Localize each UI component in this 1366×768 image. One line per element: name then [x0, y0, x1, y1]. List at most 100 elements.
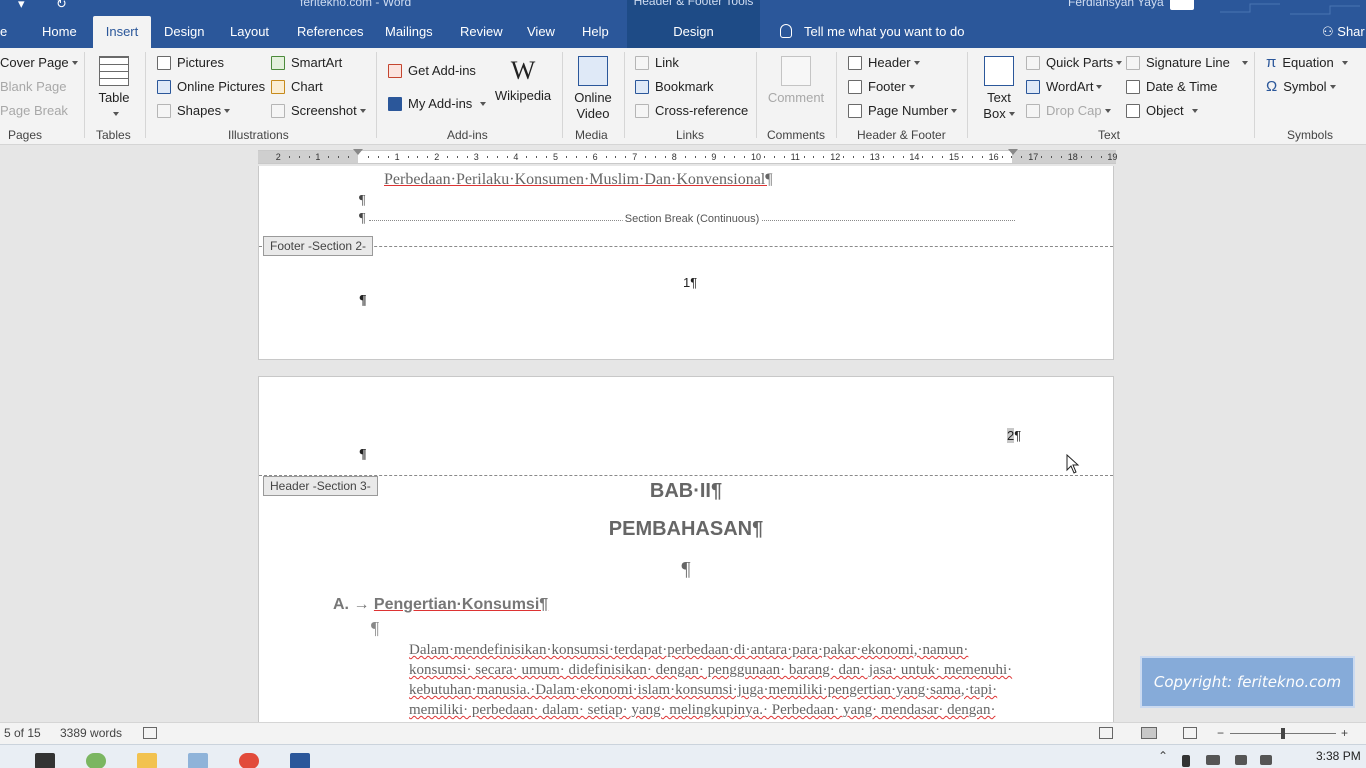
tab-design[interactable]: Design [164, 16, 204, 48]
cross-reference-button[interactable]: Cross-reference [635, 101, 748, 121]
paragraph-mark: ¶ [359, 293, 367, 308]
paragraph-mark: ¶ [359, 211, 366, 226]
online-pictures-button[interactable]: Online Pictures [157, 77, 265, 97]
ruler-tick [803, 156, 805, 158]
chart-button[interactable]: Chart [271, 77, 323, 97]
page-number-button[interactable]: Page Number [848, 101, 958, 121]
screenshot-button[interactable]: Screenshot [271, 101, 366, 121]
app-icon[interactable] [188, 753, 208, 768]
start-icon[interactable] [35, 753, 55, 768]
web-layout-icon[interactable] [1183, 727, 1197, 739]
date-time-button[interactable]: Date & Time [1126, 77, 1218, 97]
text-box-button[interactable]: Text Box [978, 56, 1020, 122]
tab-references[interactable]: References [297, 16, 363, 48]
tab-home[interactable]: Home [42, 16, 77, 48]
shapes-button[interactable]: Shapes [157, 101, 231, 121]
read-mode-icon[interactable] [1099, 727, 1113, 739]
my-addins-button[interactable]: My Add-ins [388, 94, 487, 114]
zoom-out-button[interactable]: − [1217, 726, 1224, 740]
shapes-icon [157, 104, 171, 118]
title-line[interactable]: Perbedaan·Perilaku·Konsumen·Muslim·Dan·K… [384, 171, 773, 189]
group-separator [756, 52, 757, 138]
chrome-icon[interactable] [239, 753, 259, 768]
horizontal-ruler[interactable]: 2 1 1 2 3 4 5 6 7 8 9 10 11 12 13 14 15 16 17 18 19 [258, 149, 1117, 164]
proofing-icon[interactable] [143, 727, 157, 739]
comment-button[interactable]: Comment [764, 56, 828, 106]
pictures-button[interactable]: Pictures [157, 53, 224, 73]
tray-up-chevron-icon[interactable]: ⌃ [1158, 749, 1168, 763]
wordart-button[interactable]: WordArt [1026, 77, 1103, 97]
tab-header-footer-design[interactable]: Design [627, 16, 760, 48]
avatar[interactable] [1170, 0, 1194, 10]
page-indicator[interactable]: 5 of 15 [4, 726, 41, 740]
ruler-tick [288, 156, 290, 158]
object-button[interactable]: Object [1126, 101, 1198, 121]
wikipedia-button[interactable]: W Wikipedia [494, 56, 552, 104]
document-page[interactable]: Perbedaan·Perilaku·Konsumen·Muslim·Dan·K… [258, 166, 1114, 360]
table-button[interactable]: Table [94, 56, 134, 122]
bookmark-button[interactable]: Bookmark [635, 77, 714, 97]
volume-icon[interactable] [1260, 755, 1272, 765]
zoom-in-button[interactable]: + [1341, 726, 1348, 740]
user-name[interactable]: Ferdiansyah Yaya [1068, 0, 1164, 9]
battery-icon[interactable] [1206, 755, 1220, 765]
tab-view[interactable]: View [527, 16, 555, 48]
tab-file[interactable]: e [0, 16, 7, 48]
tab-review[interactable]: Review [460, 16, 503, 48]
ruler-tick [882, 156, 884, 158]
first-line-indent-marker[interactable] [353, 149, 363, 155]
tell-me-search[interactable]: Tell me what you want to do [776, 16, 964, 48]
online-video-button[interactable]: Online Video [570, 56, 616, 122]
tab-mailings[interactable]: Mailings [385, 16, 433, 48]
cover-page-button[interactable]: Cover Page [0, 53, 78, 73]
header-icon [848, 56, 862, 70]
chapter-heading[interactable]: BAB·II¶ [259, 480, 1113, 503]
tab-help[interactable]: Help [582, 16, 609, 48]
body-paragraph[interactable]: Dalam·mendefinisikan·konsumsi·terdapat·p… [359, 640, 1015, 720]
tray-icon[interactable] [1182, 755, 1190, 767]
page-number-field[interactable]: 1¶ [683, 275, 697, 290]
ruler-tick [308, 156, 310, 158]
ruler-tick [724, 156, 726, 158]
chapter-title[interactable]: PEMBAHASAN¶ [259, 518, 1113, 541]
drop-cap-button[interactable]: Drop Cap [1026, 101, 1111, 121]
document-canvas[interactable]: Perbedaan·Perilaku·Konsumen·Muslim·Dan·K… [0, 166, 1366, 722]
header-button[interactable]: Header [848, 53, 920, 73]
footer-button[interactable]: Footer [848, 77, 915, 97]
right-indent-marker[interactable] [1008, 149, 1018, 155]
link-button[interactable]: Link [635, 53, 679, 73]
smartart-button[interactable]: SmartArt [271, 53, 342, 73]
tab-layout[interactable]: Layout [230, 16, 269, 48]
redo-icon[interactable]: ↻ [56, 0, 67, 12]
file-explorer-icon[interactable] [137, 753, 157, 768]
symbol-button[interactable]: Ω Symbol [1266, 77, 1336, 97]
quick-parts-button[interactable]: Quick Parts [1026, 53, 1123, 73]
save-icon[interactable]: ▾ [18, 0, 25, 12]
equation-button[interactable]: π Equation [1266, 53, 1348, 73]
paragraph-mark: ¶ [359, 193, 366, 208]
get-addins-button[interactable]: Get Add-ins [388, 61, 476, 81]
document-page[interactable]: 2¶ ¶ Header -Section 3- BAB·II¶ PEMBAHAS… [258, 376, 1114, 722]
page-break-button[interactable]: Page Break [0, 101, 68, 121]
page-number-field[interactable]: 2¶ [1007, 428, 1021, 443]
word-app-icon[interactable] [290, 753, 310, 768]
group-separator [562, 52, 563, 138]
ruler-tick [1080, 156, 1082, 158]
blank-page-button[interactable]: Blank Page [0, 77, 67, 97]
signature-line-button[interactable]: Signature Line [1126, 53, 1248, 73]
word-count[interactable]: 3389 words [60, 726, 122, 740]
ruler-tick [486, 156, 488, 158]
ruler-tick [1011, 156, 1013, 158]
print-layout-icon[interactable] [1141, 727, 1157, 739]
clock[interactable]: 3:38 PM [1316, 749, 1361, 763]
section-heading[interactable]: A. → Pengertian·Konsumsi¶ [333, 596, 548, 614]
ruler-tick [585, 156, 587, 158]
group-label-text: Text [1098, 128, 1121, 142]
ruler-tick [496, 156, 498, 158]
share-button[interactable]: ⚇ Shar [1322, 16, 1365, 48]
paint-app-icon[interactable] [86, 753, 106, 768]
tab-insert[interactable]: Insert [93, 16, 151, 48]
network-icon[interactable] [1235, 755, 1247, 765]
drop-cap-icon [1026, 104, 1040, 118]
zoom-slider-thumb[interactable] [1281, 728, 1285, 739]
